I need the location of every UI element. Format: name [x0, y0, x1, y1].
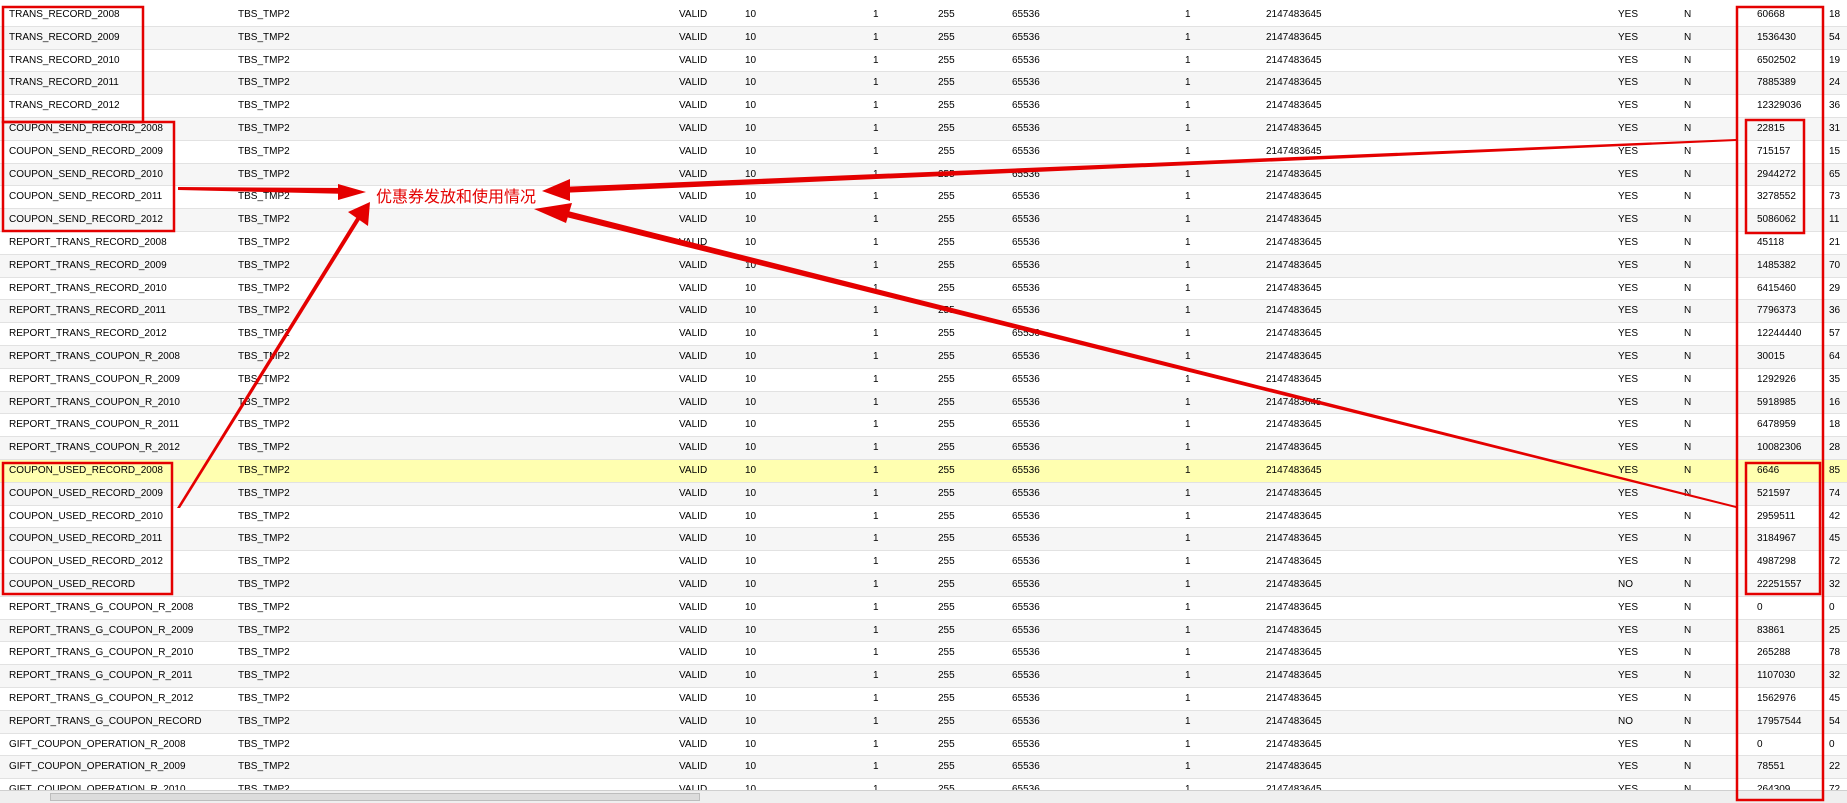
box-count-coupon-used	[1744, 461, 1822, 596]
arrowhead-count-send	[542, 179, 570, 201]
arrow-from-coupon-send	[178, 187, 350, 194]
arrowhead-coupon-send	[338, 184, 366, 200]
arrow-from-coupon-used	[177, 215, 361, 508]
box-count-coupon-send	[1744, 118, 1806, 235]
box-coupon-used-record	[1, 461, 174, 596]
box-coupon-send-record	[1, 120, 176, 233]
arrowhead-count-used	[534, 203, 572, 223]
arrowhead-coupon-used	[348, 202, 370, 226]
arrow-from-count-send	[560, 139, 1736, 193]
annotation-label: 优惠券发放和使用情况	[376, 187, 537, 206]
annotation-overlay	[1, 5, 1825, 802]
box-trans-record	[1, 5, 145, 124]
arrow-from-count-used	[558, 209, 1736, 508]
box-count-column	[1735, 5, 1825, 802]
